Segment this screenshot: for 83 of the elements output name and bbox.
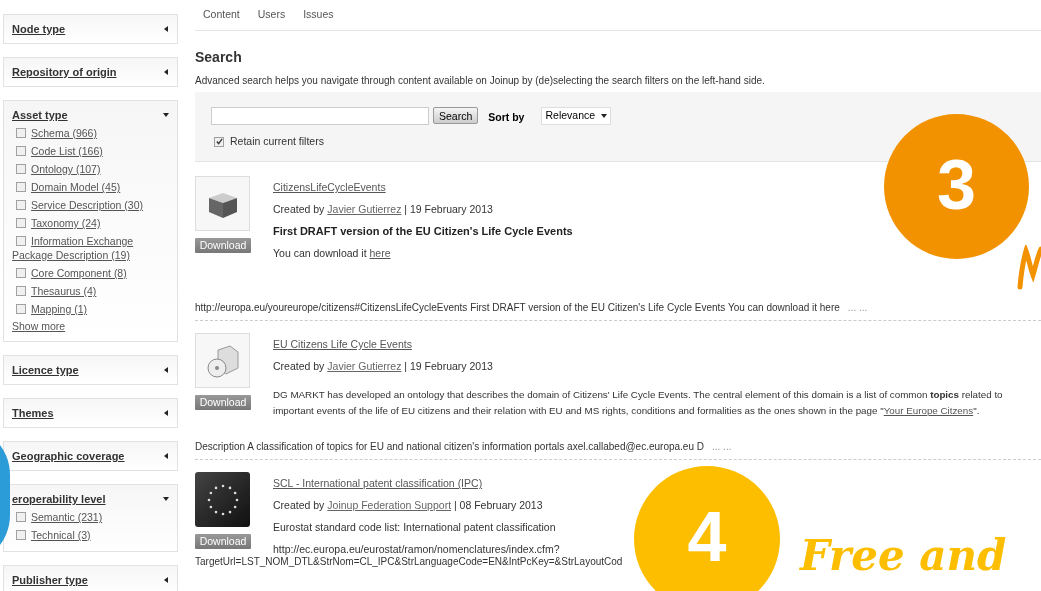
caret-down-icon[interactable] bbox=[163, 112, 169, 118]
checkbox[interactable] bbox=[16, 146, 26, 156]
filter-option-link[interactable]: Domain Model (45) bbox=[31, 178, 121, 196]
result-description: DG MARKT has developed an ontology that describes the domain of Citizens' Life Cycle Events. The central element of this domain is a list of common topics related to important events of the life of EU citizens and their relation with EU and MS rights, conditions and formalities as the ones shown in the page "Your Europe Citzens". bbox=[273, 388, 1003, 418]
page-title: Search bbox=[195, 48, 243, 67]
filter-option-link[interactable]: Code List (166) bbox=[31, 142, 103, 160]
result-meta: Created by Javier Gutierrez | 19 February 2013 bbox=[273, 202, 494, 216]
check-icon bbox=[215, 138, 223, 146]
star-circle-icon bbox=[205, 482, 240, 517]
result-description: http://ec.europa.eu/eurostat/ramon/nomenclatures/index.cfm? bbox=[273, 542, 560, 556]
retain-filters-label: Retain current filters bbox=[230, 133, 324, 149]
filter-option-link[interactable]: Thesaurus (4) bbox=[31, 282, 97, 300]
sort-dropdown[interactable]: Relevance bbox=[541, 106, 612, 125]
filter-option-link[interactable]: Semantic (231) bbox=[31, 508, 103, 526]
filter-option-link[interactable]: Package Description (19) bbox=[12, 248, 169, 262]
checkbox[interactable] bbox=[16, 200, 26, 210]
script-caption: Free and bbox=[800, 530, 1007, 582]
filter-option-link[interactable]: Core Component (8) bbox=[31, 264, 127, 282]
result-summary: First DRAFT version of the EU Citizen's Life Cycle Events bbox=[273, 224, 573, 238]
result-description: Eurostat standard code list: International patent classification bbox=[273, 520, 557, 534]
result-text: You can download it here bbox=[273, 246, 392, 260]
nav-tab[interactable]: Content bbox=[203, 7, 240, 23]
checkbox[interactable] bbox=[16, 304, 26, 314]
intro-text: Advanced search helps you navigate through content available on Joinup by (de)selecting the search filters on the left-hand side. bbox=[195, 74, 766, 88]
ellipsis-text: ... ... bbox=[712, 441, 732, 452]
checkbox[interactable] bbox=[16, 164, 26, 174]
result-meta: Created by Joinup Federation Support | 08 February 2013 bbox=[273, 498, 544, 512]
checkbox[interactable] bbox=[16, 286, 26, 296]
result-snippet: Description A classification of topics for EU and national citizen's information portals axel.callabed@ec.europa.eu D bbox=[195, 441, 704, 452]
download-button[interactable]: Download bbox=[195, 534, 251, 549]
search-field[interactable] bbox=[211, 106, 429, 125]
author-link[interactable]: Joinup Federation Support bbox=[327, 499, 452, 511]
filter-heading-link[interactable]: Geographic coverage bbox=[12, 447, 125, 465]
checkbox[interactable] bbox=[16, 530, 26, 540]
nav-tab[interactable]: Issues bbox=[303, 7, 334, 23]
show-more-link[interactable]: Show more bbox=[12, 318, 169, 334]
caret-left-icon[interactable] bbox=[163, 577, 169, 583]
caret-down-icon bbox=[601, 113, 608, 118]
filter-option-link[interactable]: Information Exchange bbox=[31, 232, 134, 250]
here-link[interactable]: here bbox=[369, 247, 391, 259]
ellipsis-text: ... ... bbox=[847, 302, 868, 313]
caret-down-icon[interactable] bbox=[163, 496, 169, 502]
checkbox[interactable] bbox=[214, 136, 224, 147]
filter-heading-link[interactable]: Repository of origin bbox=[12, 63, 117, 81]
number-badge: 4 bbox=[634, 466, 780, 591]
checkbox[interactable] bbox=[16, 268, 26, 278]
box-with-disc-icon bbox=[205, 343, 240, 378]
sort-label: Sort by bbox=[488, 110, 525, 125]
result-title-link[interactable]: SCL - International patent classification (IPC) bbox=[273, 476, 560, 490]
caret-left-icon[interactable] bbox=[163, 410, 169, 416]
filter-option-link[interactable]: Service Description (30) bbox=[31, 196, 144, 214]
filter-heading-link[interactable]: eroperability level bbox=[12, 490, 106, 508]
page-link[interactable]: Your Europe Citzens bbox=[883, 405, 974, 416]
filter-option-link[interactable]: Schema (966) bbox=[31, 124, 97, 142]
checkbox[interactable] bbox=[16, 236, 26, 246]
result-meta: Created by Javier Gutierrez | 19 February 2013 bbox=[273, 359, 494, 373]
filter-option-link[interactable]: Mapping (1) bbox=[31, 300, 88, 318]
download-button[interactable]: Download bbox=[195, 238, 251, 253]
search-button[interactable]: Search bbox=[433, 107, 479, 125]
result-snippet: http://europa.eu/youreurope/citizens#CitizensLifeCycleEvents First DRAFT version of the EU Citizen's Life Cycle Events You can download it here bbox=[195, 302, 840, 313]
checkbox[interactable] bbox=[16, 218, 26, 228]
filter-option-link[interactable]: Technical (3) bbox=[31, 526, 91, 544]
caret-left-icon[interactable] bbox=[163, 26, 169, 32]
filter-heading-link[interactable]: Licence type bbox=[12, 361, 79, 379]
result-title-link[interactable]: EU Citizens Life Cycle Events bbox=[273, 337, 1003, 351]
filter-heading-link[interactable]: Asset type bbox=[12, 106, 68, 124]
checkbox[interactable] bbox=[16, 128, 26, 138]
filter-heading-link[interactable]: Themes bbox=[12, 404, 54, 422]
caret-left-icon[interactable] bbox=[163, 453, 169, 459]
author-link[interactable]: Javier Gutierrez bbox=[327, 360, 402, 372]
filter-heading-link[interactable]: Publisher type bbox=[12, 571, 88, 589]
caret-left-icon[interactable] bbox=[163, 69, 169, 75]
filter-heading-link[interactable]: Node type bbox=[12, 20, 66, 38]
checkbox[interactable] bbox=[16, 512, 26, 522]
caret-left-icon[interactable] bbox=[163, 367, 169, 373]
result-title-link[interactable]: CitizensLifeCycleEvents bbox=[273, 180, 573, 194]
author-link[interactable]: Javier Gutierrez bbox=[327, 203, 402, 215]
nav-tab[interactable]: Users bbox=[257, 7, 286, 23]
download-button[interactable]: Download bbox=[195, 395, 251, 410]
result-snippet: TargetUrl=LST_NOM_DTL&StrNom=CL_IPC&StrLanguageCode=EN&IntPcKey=&StrLayoutCod bbox=[195, 556, 623, 567]
filter-option-link[interactable]: Taxonomy (24) bbox=[31, 214, 101, 232]
filter-option-link[interactable]: Ontology (107) bbox=[31, 160, 101, 178]
checkbox[interactable] bbox=[16, 182, 26, 192]
